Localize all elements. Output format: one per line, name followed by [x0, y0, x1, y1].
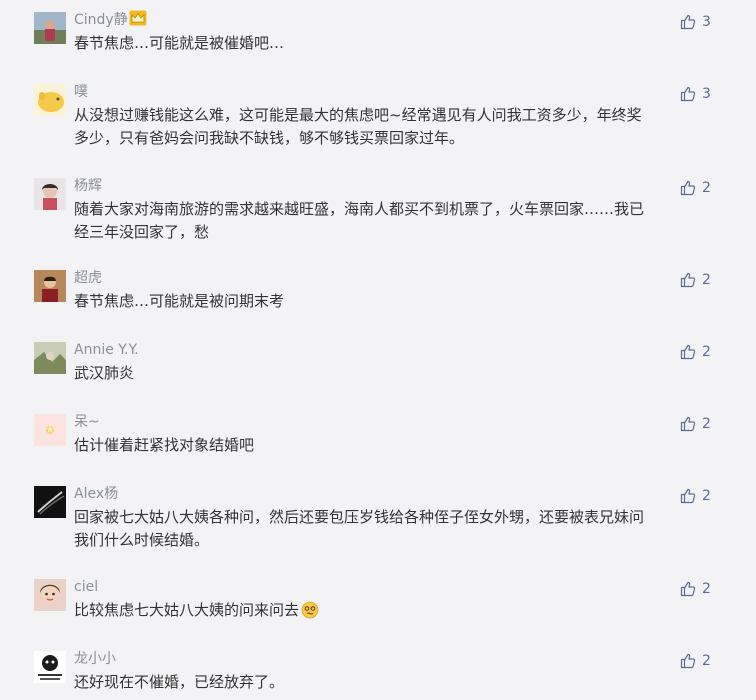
- thumbs-up-icon: [680, 272, 696, 288]
- comment-text: 武汉肺炎: [74, 362, 714, 385]
- crown-icon: [129, 10, 147, 32]
- avatar[interactable]: [34, 486, 66, 518]
- comment-text-line: 回家被七大姑八大姨各种问，然后还要包压岁钱给各种侄子侄女外甥，还要被表兄妹问: [74, 508, 645, 526]
- like-count: 2: [702, 653, 711, 669]
- like-count: 2: [702, 581, 711, 597]
- comment-author[interactable]: 超虎: [74, 268, 102, 288]
- like-button[interactable]: 2: [680, 651, 711, 671]
- like-button[interactable]: 3: [680, 12, 711, 32]
- thumbs-up-icon: [680, 416, 696, 432]
- avatar[interactable]: [34, 84, 66, 116]
- woozy-face-emoji-icon: [301, 601, 319, 626]
- comment-text: 春节焦虑…可能就是被催婚吧…: [74, 32, 714, 55]
- comment-text: 还好现在不催婚，已经放弃了。: [74, 671, 714, 694]
- comment-text-line: 春节焦虑…可能就是被问期末考: [74, 292, 285, 310]
- avatar[interactable]: [34, 270, 66, 302]
- comment-text-line: 经三年没回家了，愁: [74, 223, 210, 241]
- comment-text-line: 估计催着赶紧找对象结婚吧: [74, 436, 255, 454]
- avatar[interactable]: [34, 579, 66, 611]
- like-button[interactable]: 2: [680, 178, 711, 198]
- comment-text: 从没想过赚钱能这么难，这可能是最大的焦虑吧~经常遇见有人问我工资多少，年终奖 多…: [74, 104, 714, 150]
- comment-author[interactable]: 噗: [74, 82, 88, 102]
- like-button[interactable]: 2: [680, 270, 711, 290]
- like-button[interactable]: 2: [680, 342, 711, 362]
- thumbs-up-icon: [680, 653, 696, 669]
- comment-text-line: 从没想过赚钱能这么难，这可能是最大的焦虑吧~经常遇见有人问我工资多少，年终奖: [74, 106, 642, 124]
- thumbs-up-icon: [680, 488, 696, 504]
- comment-author[interactable]: 呆~: [74, 412, 100, 432]
- like-count: 2: [702, 488, 711, 504]
- comment-text: 回家被七大姑八大姨各种问，然后还要包压岁钱给各种侄子侄女外甥，还要被表兄妹问 我…: [74, 506, 714, 552]
- comment-text-line: 比较焦虑七大姑八大姨的问来问去: [74, 599, 714, 626]
- avatar[interactable]: [34, 178, 66, 210]
- thumbs-up-icon: [680, 14, 696, 30]
- comment-author[interactable]: 龙小小: [74, 649, 116, 669]
- thumbs-up-icon: [680, 86, 696, 102]
- thumbs-up-icon: [680, 344, 696, 360]
- avatar[interactable]: [34, 12, 66, 44]
- comment-author[interactable]: 杨辉: [74, 176, 102, 196]
- thumbs-up-icon: [680, 180, 696, 196]
- like-count: 2: [702, 344, 711, 360]
- comment-text-line: 春节焦虑…可能就是被催婚吧…: [74, 34, 285, 52]
- comment-text: 估计催着赶紧找对象结婚吧: [74, 434, 714, 457]
- avatar[interactable]: [34, 414, 66, 446]
- like-button[interactable]: 3: [680, 84, 711, 104]
- comment-text-line: 多少，只有爸妈会问我缺不缺钱，够不够钱买票回家过年。: [74, 129, 465, 147]
- avatar[interactable]: [34, 651, 66, 683]
- thumbs-up-icon: [680, 581, 696, 597]
- comment-author[interactable]: Alex杨: [74, 484, 118, 504]
- like-button[interactable]: 2: [680, 414, 711, 434]
- comment-text-line: 还好现在不催婚，已经放弃了。: [74, 673, 285, 691]
- avatar[interactable]: [34, 342, 66, 374]
- comment-text: 随着大家对海南旅游的需求越来越旺盛，海南人都买不到机票了，火车票回家……我已 经…: [74, 198, 714, 244]
- like-button[interactable]: 2: [680, 486, 711, 506]
- like-count: 2: [702, 180, 711, 196]
- comment-text-line: 我们什么时候结婚。: [74, 531, 210, 549]
- comment-list: Cindy静 春节焦虑…可能就是被催婚吧… 3 噗 从没想过赚钱能这么难，这可能…: [0, 0, 756, 700]
- comment-text-line: 武汉肺炎: [74, 364, 135, 382]
- like-count: 2: [702, 416, 711, 432]
- like-button[interactable]: 2: [680, 579, 711, 599]
- like-count: 3: [702, 14, 711, 30]
- comment-author[interactable]: Cindy静: [74, 10, 147, 32]
- comment-text: 春节焦虑…可能就是被问期末考: [74, 290, 714, 313]
- like-count: 2: [702, 272, 711, 288]
- like-count: 3: [702, 86, 711, 102]
- comment-author[interactable]: ciel: [74, 577, 98, 597]
- comment-author[interactable]: Annie Y.Y.: [74, 340, 139, 360]
- comment-text: 比较焦虑七大姑八大姨的问来问去: [74, 599, 714, 626]
- comment-text-line: 随着大家对海南旅游的需求越来越旺盛，海南人都买不到机票了，火车票回家……我已: [74, 200, 645, 218]
